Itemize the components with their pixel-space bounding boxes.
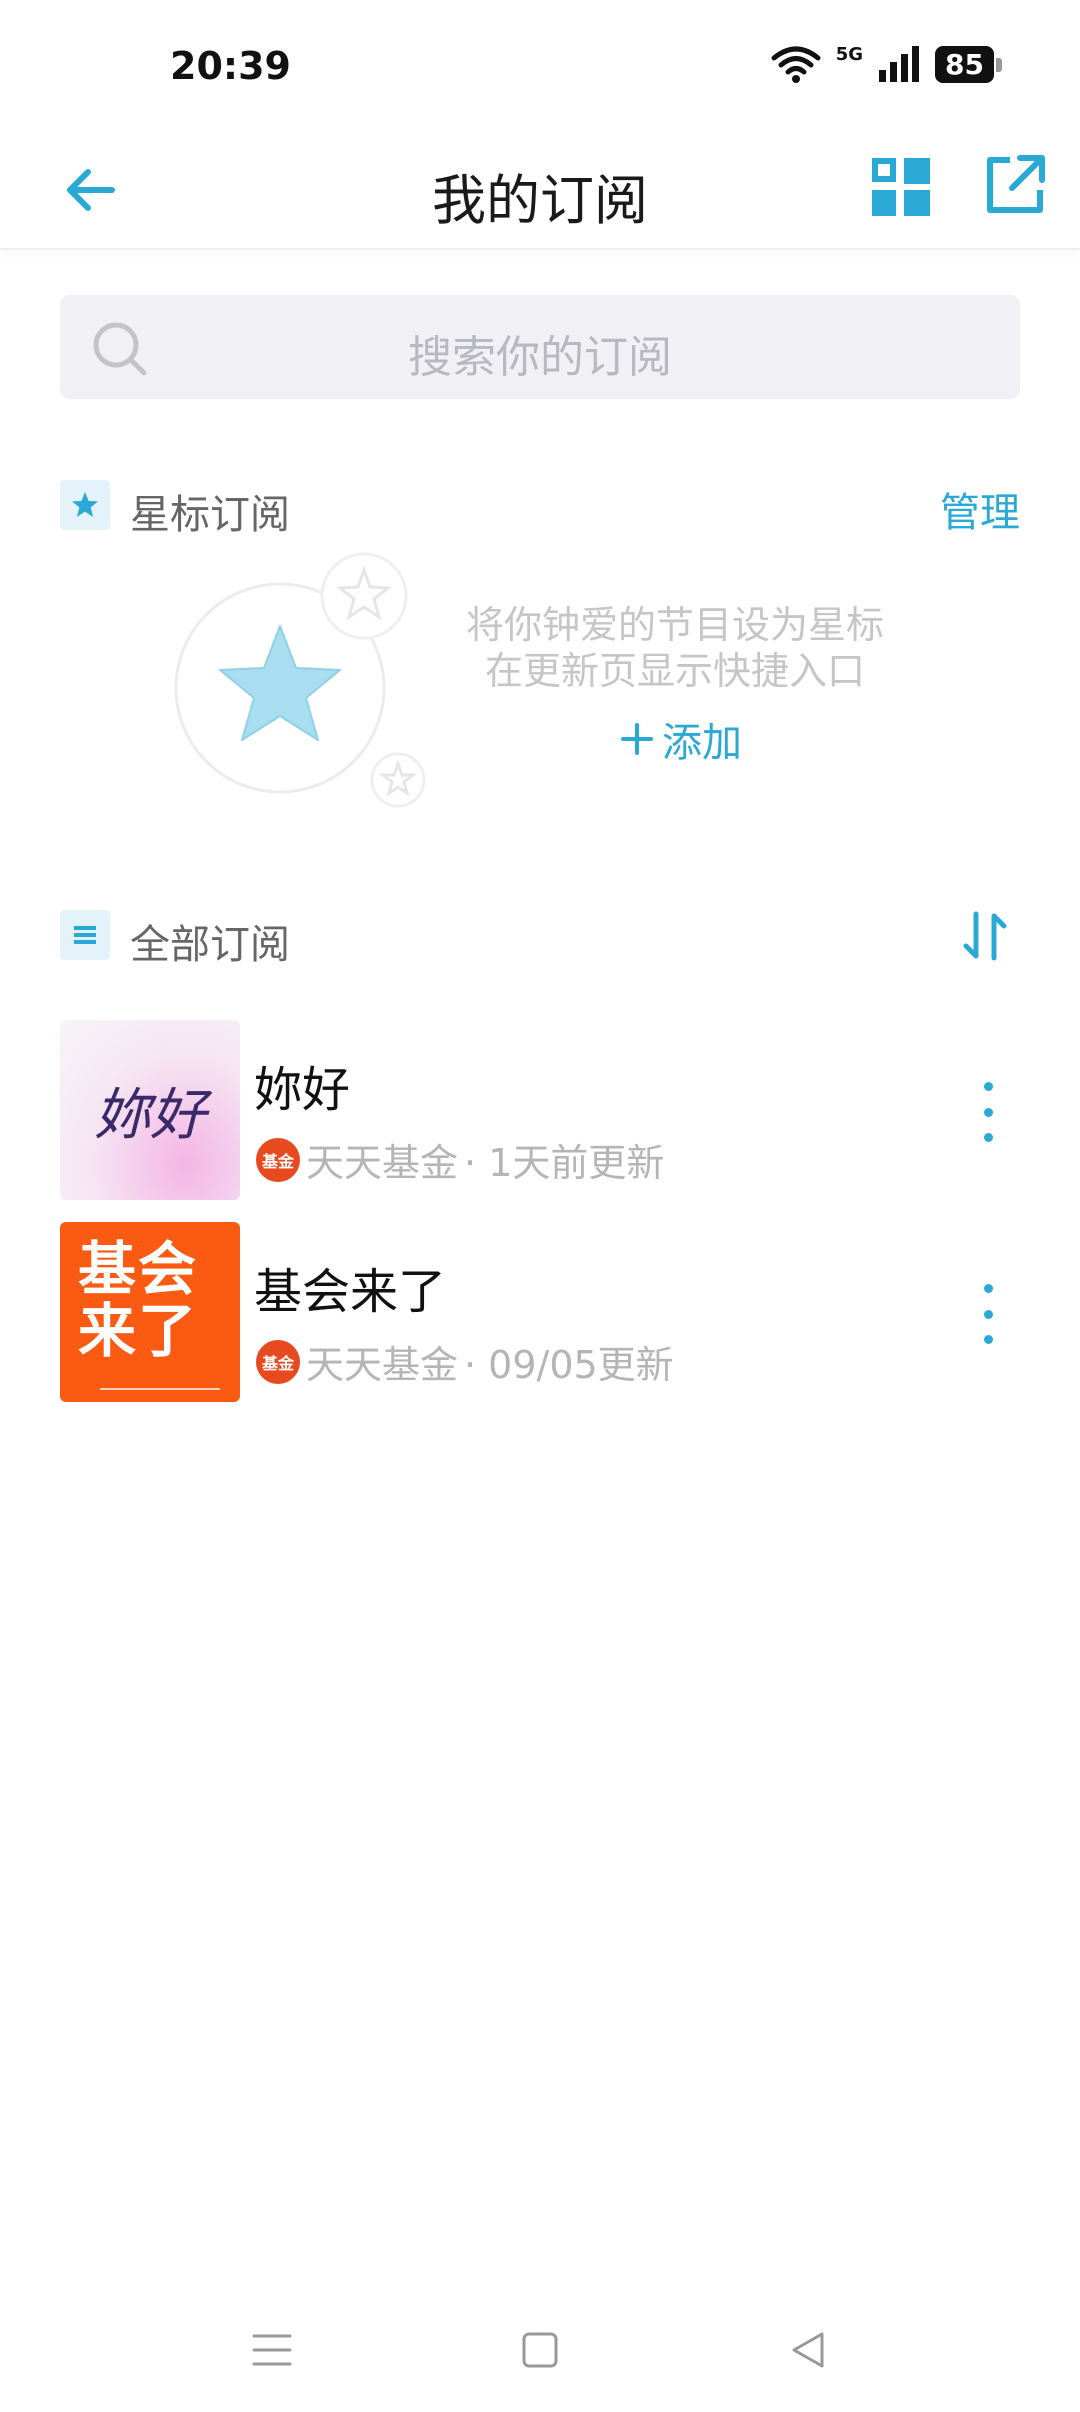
- sort-icon: [963, 911, 1007, 961]
- share-button[interactable]: [980, 150, 1050, 220]
- podcast-title: 妳好: [254, 1062, 351, 1118]
- more-dot: [983, 1082, 993, 1091]
- starred-hint-line1: 将你钟爱的节目设为星标: [465, 603, 884, 647]
- starred-empty-state: 将你钟爱的节目设为星标 在更新页显示快捷入口 添加: [0, 540, 1080, 840]
- signal-icon: [879, 46, 920, 82]
- starred-section-title: 星标订阅: [130, 492, 290, 538]
- plus-icon: [621, 723, 653, 755]
- subscription-item[interactable]: 基会来了 基会来了 基金 天天基金 · 09/05更新: [60, 1222, 1020, 1402]
- podcast-cover: 妳好: [60, 1020, 240, 1200]
- grid-view-button[interactable]: [866, 152, 936, 222]
- app-header: 我的订阅: [0, 130, 1080, 250]
- update-time: · 1天前更新: [464, 1141, 665, 1185]
- search-placeholder: 搜索你的订阅: [408, 332, 672, 383]
- star-illustration: [174, 552, 426, 808]
- list-icon: [74, 926, 96, 944]
- star-icon: [72, 492, 98, 517]
- network-type-label: 5G: [835, 44, 864, 65]
- battery-indicator: 85: [935, 45, 1002, 83]
- add-starred-button[interactable]: 添加: [620, 710, 742, 768]
- list-section-icon: [60, 910, 110, 960]
- source-logo: 基金: [256, 1137, 300, 1182]
- menu-icon: [252, 2334, 292, 2366]
- more-dot: [983, 1335, 993, 1344]
- recent-apps-button[interactable]: [232, 2320, 312, 2380]
- podcast-meta: 基金 天天基金 · 09/05更新: [256, 1334, 674, 1389]
- add-starred-label: 添加: [662, 720, 742, 766]
- podcast-meta: 基金 天天基金 · 1天前更新: [256, 1132, 664, 1187]
- audio-wave-decoration: [100, 1376, 220, 1390]
- subscription-item[interactable]: 妳好 妳好 基金 天天基金 · 1天前更新: [60, 1020, 1020, 1200]
- star-section-icon: [60, 480, 110, 530]
- podcast-cover: 基会来了: [60, 1222, 240, 1402]
- triangle-back-icon: [792, 2332, 824, 2368]
- grid-icon: [872, 158, 930, 216]
- starred-hint: 将你钟爱的节目设为星标 在更新页显示快捷入口: [440, 602, 910, 694]
- update-time: · 09/05更新: [464, 1343, 674, 1387]
- wifi-icon: [771, 46, 821, 83]
- all-subscriptions-title: 全部订阅: [130, 922, 290, 968]
- more-dot: [983, 1107, 993, 1117]
- cover-title: 妳好: [94, 1083, 206, 1148]
- back-nav-button[interactable]: [768, 2320, 848, 2380]
- source-name: 天天基金: [306, 1141, 459, 1185]
- podcast-title: 基会来了: [254, 1264, 447, 1320]
- sort-button[interactable]: [960, 910, 1010, 972]
- square-icon: [522, 2332, 558, 2368]
- home-button[interactable]: [500, 2320, 580, 2380]
- all-subscriptions-header: 全部订阅: [60, 910, 1020, 968]
- more-dot: [983, 1133, 993, 1142]
- cover-title: 基会来了: [78, 1235, 199, 1365]
- source-logo: 基金: [256, 1339, 300, 1384]
- more-dot: [983, 1284, 993, 1293]
- more-options-button[interactable]: [968, 1284, 1008, 1344]
- more-dot: [983, 1309, 993, 1319]
- search-input[interactable]: 搜索你的订阅: [60, 295, 1020, 399]
- status-icons: 5G 85: [770, 44, 1002, 84]
- starred-hint-line2: 在更新页显示快捷入口: [484, 649, 865, 693]
- system-nav-bar: [0, 2300, 1080, 2412]
- manage-button[interactable]: 管理: [940, 480, 1020, 538]
- starred-section-header: 星标订阅 管理: [60, 480, 1020, 538]
- share-external-icon: [987, 155, 1045, 213]
- status-time: 20:39: [170, 44, 291, 88]
- more-options-button[interactable]: [968, 1082, 1008, 1142]
- status-bar: 20:39 5G 85: [0, 0, 1080, 130]
- source-name: 天天基金: [306, 1343, 459, 1387]
